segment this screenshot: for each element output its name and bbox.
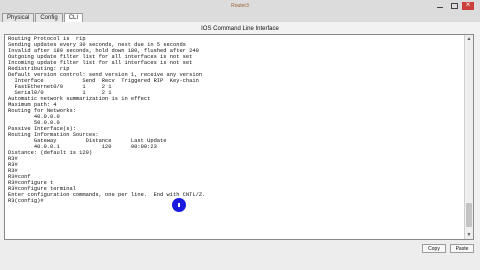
- scroll-up-icon[interactable]: ▲: [465, 35, 473, 43]
- window-titlebar: Physical Config CLI Router3: [0, 0, 480, 22]
- bottom-bar: Copy Paste: [0, 240, 480, 270]
- window-title: Router3: [231, 3, 249, 9]
- terminal-line: R3(config)#: [8, 198, 44, 204]
- maximize-icon[interactable]: [448, 2, 460, 10]
- tab-strip: Physical Config CLI: [2, 13, 84, 22]
- copy-button[interactable]: Copy: [422, 244, 446, 253]
- window-controls: [432, 0, 474, 10]
- tab-physical[interactable]: Physical: [2, 13, 35, 22]
- paste-button[interactable]: Paste: [450, 244, 474, 253]
- tab-config[interactable]: Config: [35, 13, 63, 22]
- mouse-cursor-highlight-icon: [172, 198, 186, 212]
- minimize-icon[interactable]: [434, 2, 446, 10]
- terminal-scrollbar[interactable]: ▲ ▼: [464, 35, 473, 239]
- close-icon[interactable]: [462, 0, 474, 10]
- scroll-down-icon[interactable]: ▼: [465, 231, 473, 239]
- terminal-output: Routing Protocol is rip Sending updates e…: [8, 36, 463, 204]
- cli-title: IOS Command Line Interface: [201, 26, 279, 32]
- scroll-thumb[interactable]: [466, 203, 472, 227]
- tab-cli[interactable]: CLI: [63, 13, 84, 22]
- cli-terminal[interactable]: Routing Protocol is rip Sending updates e…: [4, 34, 474, 240]
